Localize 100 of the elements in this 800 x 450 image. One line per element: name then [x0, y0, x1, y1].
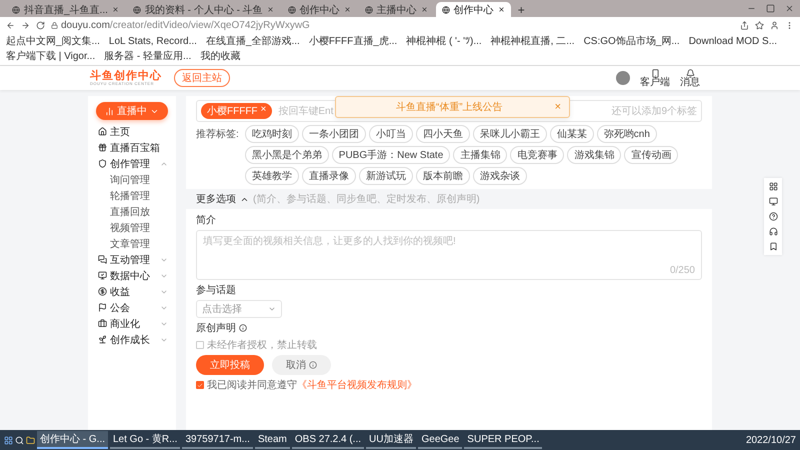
menu-item-icon — [98, 127, 107, 136]
reload-icon[interactable] — [36, 20, 45, 30]
sidebar-item[interactable]: 公会 — [110, 300, 130, 314]
star-icon[interactable] — [755, 20, 764, 30]
bookmark-icon[interactable] — [768, 242, 778, 251]
bar-chart-icon — [105, 106, 114, 116]
maximize-icon[interactable] — [766, 4, 775, 13]
lock-icon — [51, 22, 58, 28]
recommended-tag[interactable]: 小叮当 — [368, 125, 413, 143]
sidebar-item[interactable]: 创作管理 — [110, 156, 150, 170]
sidebar-item[interactable]: 数据中心 — [110, 268, 150, 282]
header-action-link[interactable]: 客户端 — [640, 78, 670, 88]
bookmark-item[interactable]: LoL Stats, Record... — [108, 34, 197, 48]
topic-label: 参与话题 — [196, 284, 237, 297]
sidebar-item[interactable]: 直播百宝箱 — [110, 140, 160, 154]
recommended-tag[interactable]: 黑小黑是个弟弟 — [244, 146, 329, 164]
globe-icon — [132, 6, 141, 14]
bookmark-item[interactable]: 神棍神棍 ( '- 'ﾂ)... — [406, 34, 482, 48]
share-icon[interactable] — [740, 20, 749, 30]
browser-tab[interactable]: 主播中心 — [358, 2, 434, 17]
globe-icon — [12, 6, 20, 14]
grid-icon[interactable] — [768, 182, 778, 191]
sidebar-subitem[interactable]: 视频管理 — [92, 220, 172, 235]
bookmark-item[interactable]: 客户端下载 | Vigor... — [6, 49, 96, 63]
new-tab-button[interactable]: + — [512, 3, 530, 17]
bookmark-item[interactable]: CS:GO饰品市场_网... — [584, 34, 680, 48]
taskbar-app[interactable]: OBS 27.2.4 (... — [292, 431, 364, 449]
close-icon[interactable] — [785, 4, 794, 13]
bookmark-item[interactable]: 服务器 - 轻量应用... — [104, 49, 192, 63]
sidebar-subitem[interactable]: 文章管理 — [92, 236, 172, 251]
recommended-tag[interactable]: 直播录像 — [302, 167, 356, 185]
taskbar-app[interactable]: 创作中心 - G... — [37, 431, 108, 449]
sidebar-item[interactable]: 收益 — [110, 284, 130, 298]
bookmark-item[interactable]: 我的收藏 — [200, 49, 240, 63]
close-icon — [266, 6, 274, 13]
sidebar-subitem[interactable]: 直播回放 — [92, 204, 172, 219]
taskbar-app[interactable]: UU加速器 — [366, 431, 416, 449]
recommended-tag[interactable]: 游戏集锦 — [567, 146, 622, 164]
browser-tab[interactable]: 我的资料 - 个人中心 - 斗鱼 — [126, 2, 280, 17]
sidebar-item[interactable]: 互动管理 — [110, 252, 150, 266]
recommended-tag[interactable]: 仙某某 — [550, 125, 594, 143]
close-icon — [112, 6, 119, 13]
globe-icon — [442, 6, 450, 14]
recommended-tag[interactable]: 四小天鱼 — [416, 125, 470, 143]
recommended-tag[interactable]: 宣传动画 — [624, 146, 678, 164]
taskbar-app[interactable]: GeeGee — [418, 431, 462, 449]
bookmark-item[interactable]: 起点中文网_阅文集... — [6, 34, 100, 48]
recommended-tag[interactable]: 弥死哟cnh — [596, 125, 657, 143]
recommended-tag[interactable]: 电竞赛事 — [510, 146, 564, 164]
menu-item-icon — [98, 255, 107, 264]
checkbox-label: 未经作者授权，禁止转载 — [207, 338, 317, 352]
checkbox[interactable] — [196, 341, 204, 349]
recommended-tag[interactable]: 呆咪儿小霸王 — [472, 125, 547, 143]
help-icon[interactable] — [768, 212, 778, 221]
more-options-toggle[interactable]: 更多选项 — [196, 192, 236, 206]
info-icon — [309, 361, 317, 369]
sidebar-item[interactable]: 主页 — [110, 124, 130, 138]
menu-item-icon — [98, 303, 107, 312]
bookmark-item[interactable]: 在线直播_全部游戏... — [206, 34, 300, 48]
recommended-tag[interactable]: 吃鸡时刻 — [244, 125, 299, 143]
sidebar-item[interactable]: 创作成长 — [110, 332, 150, 346]
recommended-tag[interactable]: PUBG手游：New State — [332, 146, 450, 164]
original-label: 原创声明 — [196, 322, 236, 335]
caret-icon — [268, 305, 276, 313]
menu-item-icon — [98, 335, 107, 344]
back-icon[interactable] — [6, 20, 15, 30]
taskbar-app[interactable]: SUPER PEOP... — [464, 431, 542, 449]
browser-tab[interactable]: 创作中心 — [436, 2, 511, 17]
sidebar-item[interactable]: 商业化 — [110, 316, 140, 330]
folder-icon[interactable] — [26, 436, 35, 444]
checkbox[interactable] — [196, 381, 204, 389]
recommended-tag[interactable]: 游戏杂谈 — [472, 167, 527, 185]
sidebar-subitem[interactable]: 轮播管理 — [92, 188, 172, 203]
headset-icon[interactable] — [768, 227, 778, 236]
browser-tab[interactable]: 抖音直播_斗鱼直... — [6, 2, 125, 17]
more-options-hint: (简介、参与话题、同步鱼吧、定时发布、原创声明) — [253, 192, 480, 206]
taskbar-app[interactable]: Let Go - 黄R... — [110, 431, 180, 449]
browser-tab[interactable]: 创作中心 — [282, 2, 357, 17]
menu-item-icon — [98, 159, 107, 168]
avatar[interactable] — [616, 71, 630, 85]
recommended-tag[interactable]: 主播集锦 — [453, 146, 508, 164]
bell-icon — [686, 68, 694, 78]
forward-icon[interactable] — [21, 20, 30, 30]
start-icon[interactable] — [4, 436, 13, 444]
taskbar-app[interactable]: 39759717-m... — [182, 431, 253, 449]
bookmark-item[interactable]: 小樱FFFF直播_虎... — [308, 34, 398, 48]
recommended-tag[interactable]: 新游试玩 — [358, 167, 413, 185]
monitor-icon[interactable] — [768, 197, 778, 206]
cancel-button[interactable]: 取消 — [272, 355, 331, 375]
header-action-link[interactable]: 消息 — [680, 78, 700, 88]
sidebar-subitem[interactable]: 询问管理 — [92, 172, 172, 187]
taskbar-app[interactable]: Steam — [254, 431, 290, 449]
recommended-tag[interactable]: 一条小团团 — [302, 125, 366, 143]
bookmark-item[interactable]: Download MOD S... — [688, 34, 778, 48]
recommended-tag[interactable]: 英雄教学 — [244, 167, 299, 185]
bookmark-item[interactable]: 神棍神棍直播, 二... — [490, 34, 575, 48]
search-icon[interactable] — [15, 436, 24, 444]
profile-icon[interactable] — [770, 20, 779, 30]
recommended-tag[interactable]: 版本前瞻 — [416, 167, 470, 185]
clock-date: 2022/10/27 — [746, 434, 796, 446]
